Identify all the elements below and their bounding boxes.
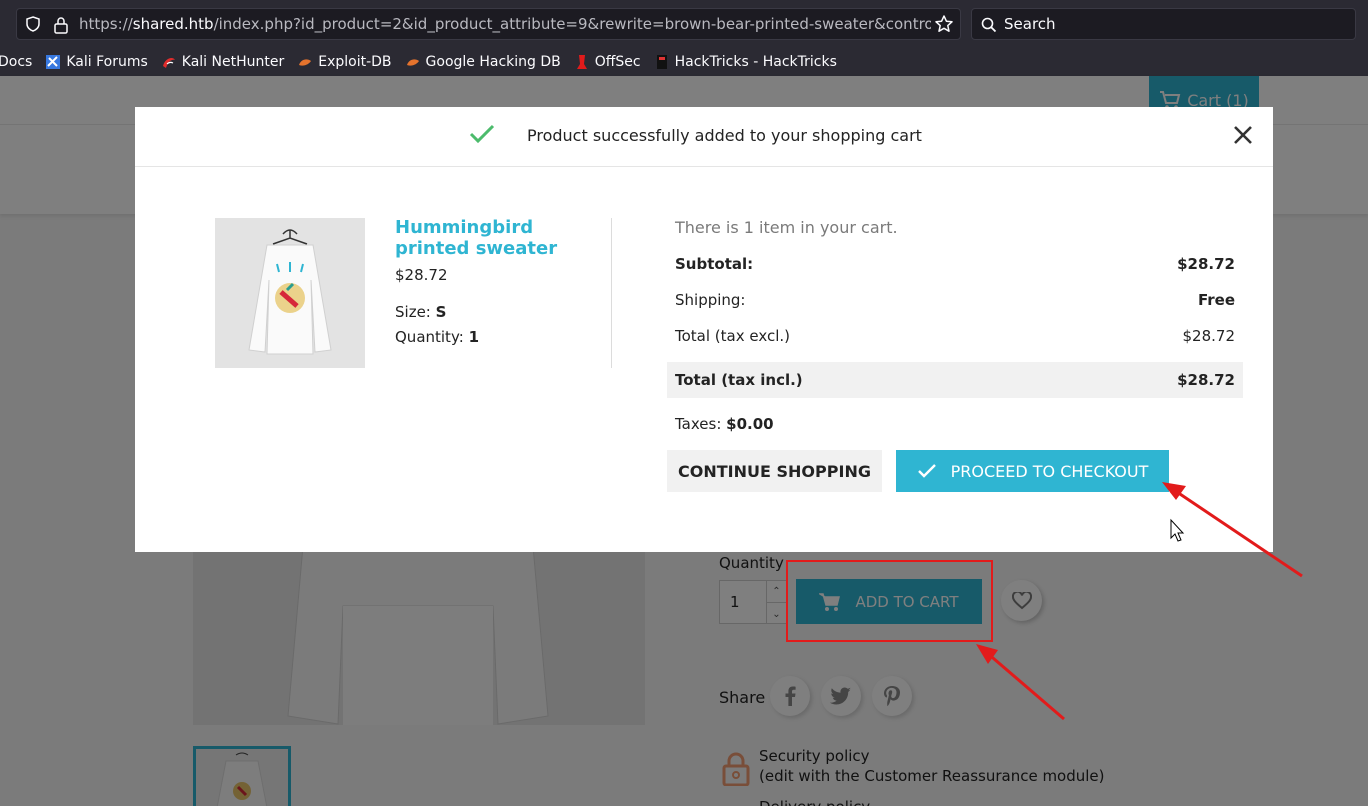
bookmark-label: Docs — [0, 54, 33, 70]
close-icon[interactable] — [1231, 123, 1255, 147]
hacktricks-icon — [656, 55, 667, 69]
annotation-highlight-box — [786, 560, 993, 642]
browser-toolbar: https://shared.htb/index.php?id_product=… — [0, 0, 1368, 48]
size-label: Size: — [395, 303, 431, 321]
ghdb-icon — [406, 59, 419, 66]
summary-label: Total (tax excl.) — [675, 327, 790, 345]
summary-value: Free — [1197, 291, 1235, 309]
lock-icon[interactable] — [53, 16, 69, 34]
bookmark-docs[interactable]: Docs — [0, 54, 32, 70]
exploit-db-icon — [299, 59, 312, 66]
bookmark-google-hacking-db[interactable]: Google Hacking DB — [405, 54, 561, 70]
cart-item-count: There is 1 item in your cart. — [675, 218, 898, 237]
bookmark-label: OffSec — [594, 54, 641, 70]
modal-title: Product successfully added to your shopp… — [527, 126, 922, 145]
bookmark-label: Exploit-DB — [318, 54, 392, 70]
url-path: /index.php?id_product=2&id_product_attri… — [213, 15, 931, 33]
summary-label: Subtotal: — [675, 255, 754, 273]
taxes-value: $0.00 — [726, 415, 774, 433]
bookmark-star-icon[interactable] — [934, 14, 954, 34]
quantity-value: 1 — [468, 328, 480, 346]
bookmark-label: Kali NetHunter — [181, 54, 285, 70]
proceed-to-checkout-button[interactable]: PROCEED TO CHECKOUT — [896, 450, 1169, 492]
modal-product-image — [215, 218, 365, 368]
add-to-cart-modal: Product successfully added to your shopp… — [135, 107, 1273, 552]
checkout-label: PROCEED TO CHECKOUT — [950, 461, 1149, 481]
search-icon — [981, 17, 997, 33]
sweater-image — [215, 218, 365, 368]
bookmark-offsec[interactable]: OffSec — [574, 54, 641, 70]
url-prefix: https:// — [79, 15, 133, 33]
modal-divider — [611, 218, 612, 368]
size-value: S — [435, 303, 447, 321]
summary-value: $28.72 — [1177, 255, 1235, 273]
bookmark-exploit-db[interactable]: Exploit-DB — [297, 54, 392, 70]
summary-total-excl-row: Total (tax excl.) $28.72 — [667, 318, 1243, 354]
modal-header: Product successfully added to your shopp… — [135, 107, 1273, 167]
summary-value: $28.72 — [1182, 327, 1236, 345]
bookmark-kali-forums[interactable]: Kali Forums — [45, 54, 148, 70]
modal-product-name[interactable]: Hummingbird printed sweater — [395, 217, 610, 259]
bookmark-hacktricks[interactable]: HackTricks - HackTricks — [654, 54, 837, 70]
tracking-shield-icon[interactable] — [25, 16, 41, 32]
bookmark-label: Kali Forums — [66, 54, 148, 70]
kali-nethunter-icon — [162, 58, 175, 68]
modal-product-size: Size: S — [395, 303, 446, 321]
taxes-line: Taxes: $0.00 — [675, 415, 774, 433]
bookmark-kali-nethunter[interactable]: Kali NetHunter — [161, 54, 284, 70]
address-bar[interactable]: https://shared.htb/index.php?id_product=… — [16, 8, 961, 40]
search-placeholder: Search — [1004, 15, 1056, 33]
summary-subtotal-row: Subtotal: $28.72 — [667, 246, 1243, 282]
kali-forums-icon — [46, 55, 61, 69]
url-text[interactable]: https://shared.htb/index.php?id_product=… — [79, 15, 931, 33]
taxes-label: Taxes: — [675, 415, 722, 433]
summary-value: $28.72 — [1177, 371, 1235, 389]
summary-label: Total (tax incl.) — [675, 371, 803, 389]
modal-product-quantity: Quantity: 1 — [395, 328, 479, 346]
bookmark-label: HackTricks - HackTricks — [674, 54, 837, 70]
continue-shopping-button[interactable]: CONTINUE SHOPPING — [667, 450, 882, 492]
url-host: shared.htb — [132, 15, 214, 33]
bookmark-label: Google Hacking DB — [425, 54, 561, 70]
quantity-label: Quantity: — [395, 328, 464, 346]
summary-shipping-row: Shipping: Free — [667, 282, 1243, 318]
success-check-icon — [469, 124, 495, 144]
bookmarks-toolbar: Docs Kali Forums Kali NetHunter Exploit-… — [0, 48, 1368, 76]
offsec-icon — [576, 55, 587, 69]
browser-search-field[interactable]: Search — [971, 8, 1356, 40]
check-icon — [917, 464, 936, 478]
summary-label: Shipping: — [675, 291, 746, 309]
summary-total-incl-row: Total (tax incl.) $28.72 — [667, 362, 1243, 398]
modal-product-price: $28.72 — [395, 266, 448, 284]
